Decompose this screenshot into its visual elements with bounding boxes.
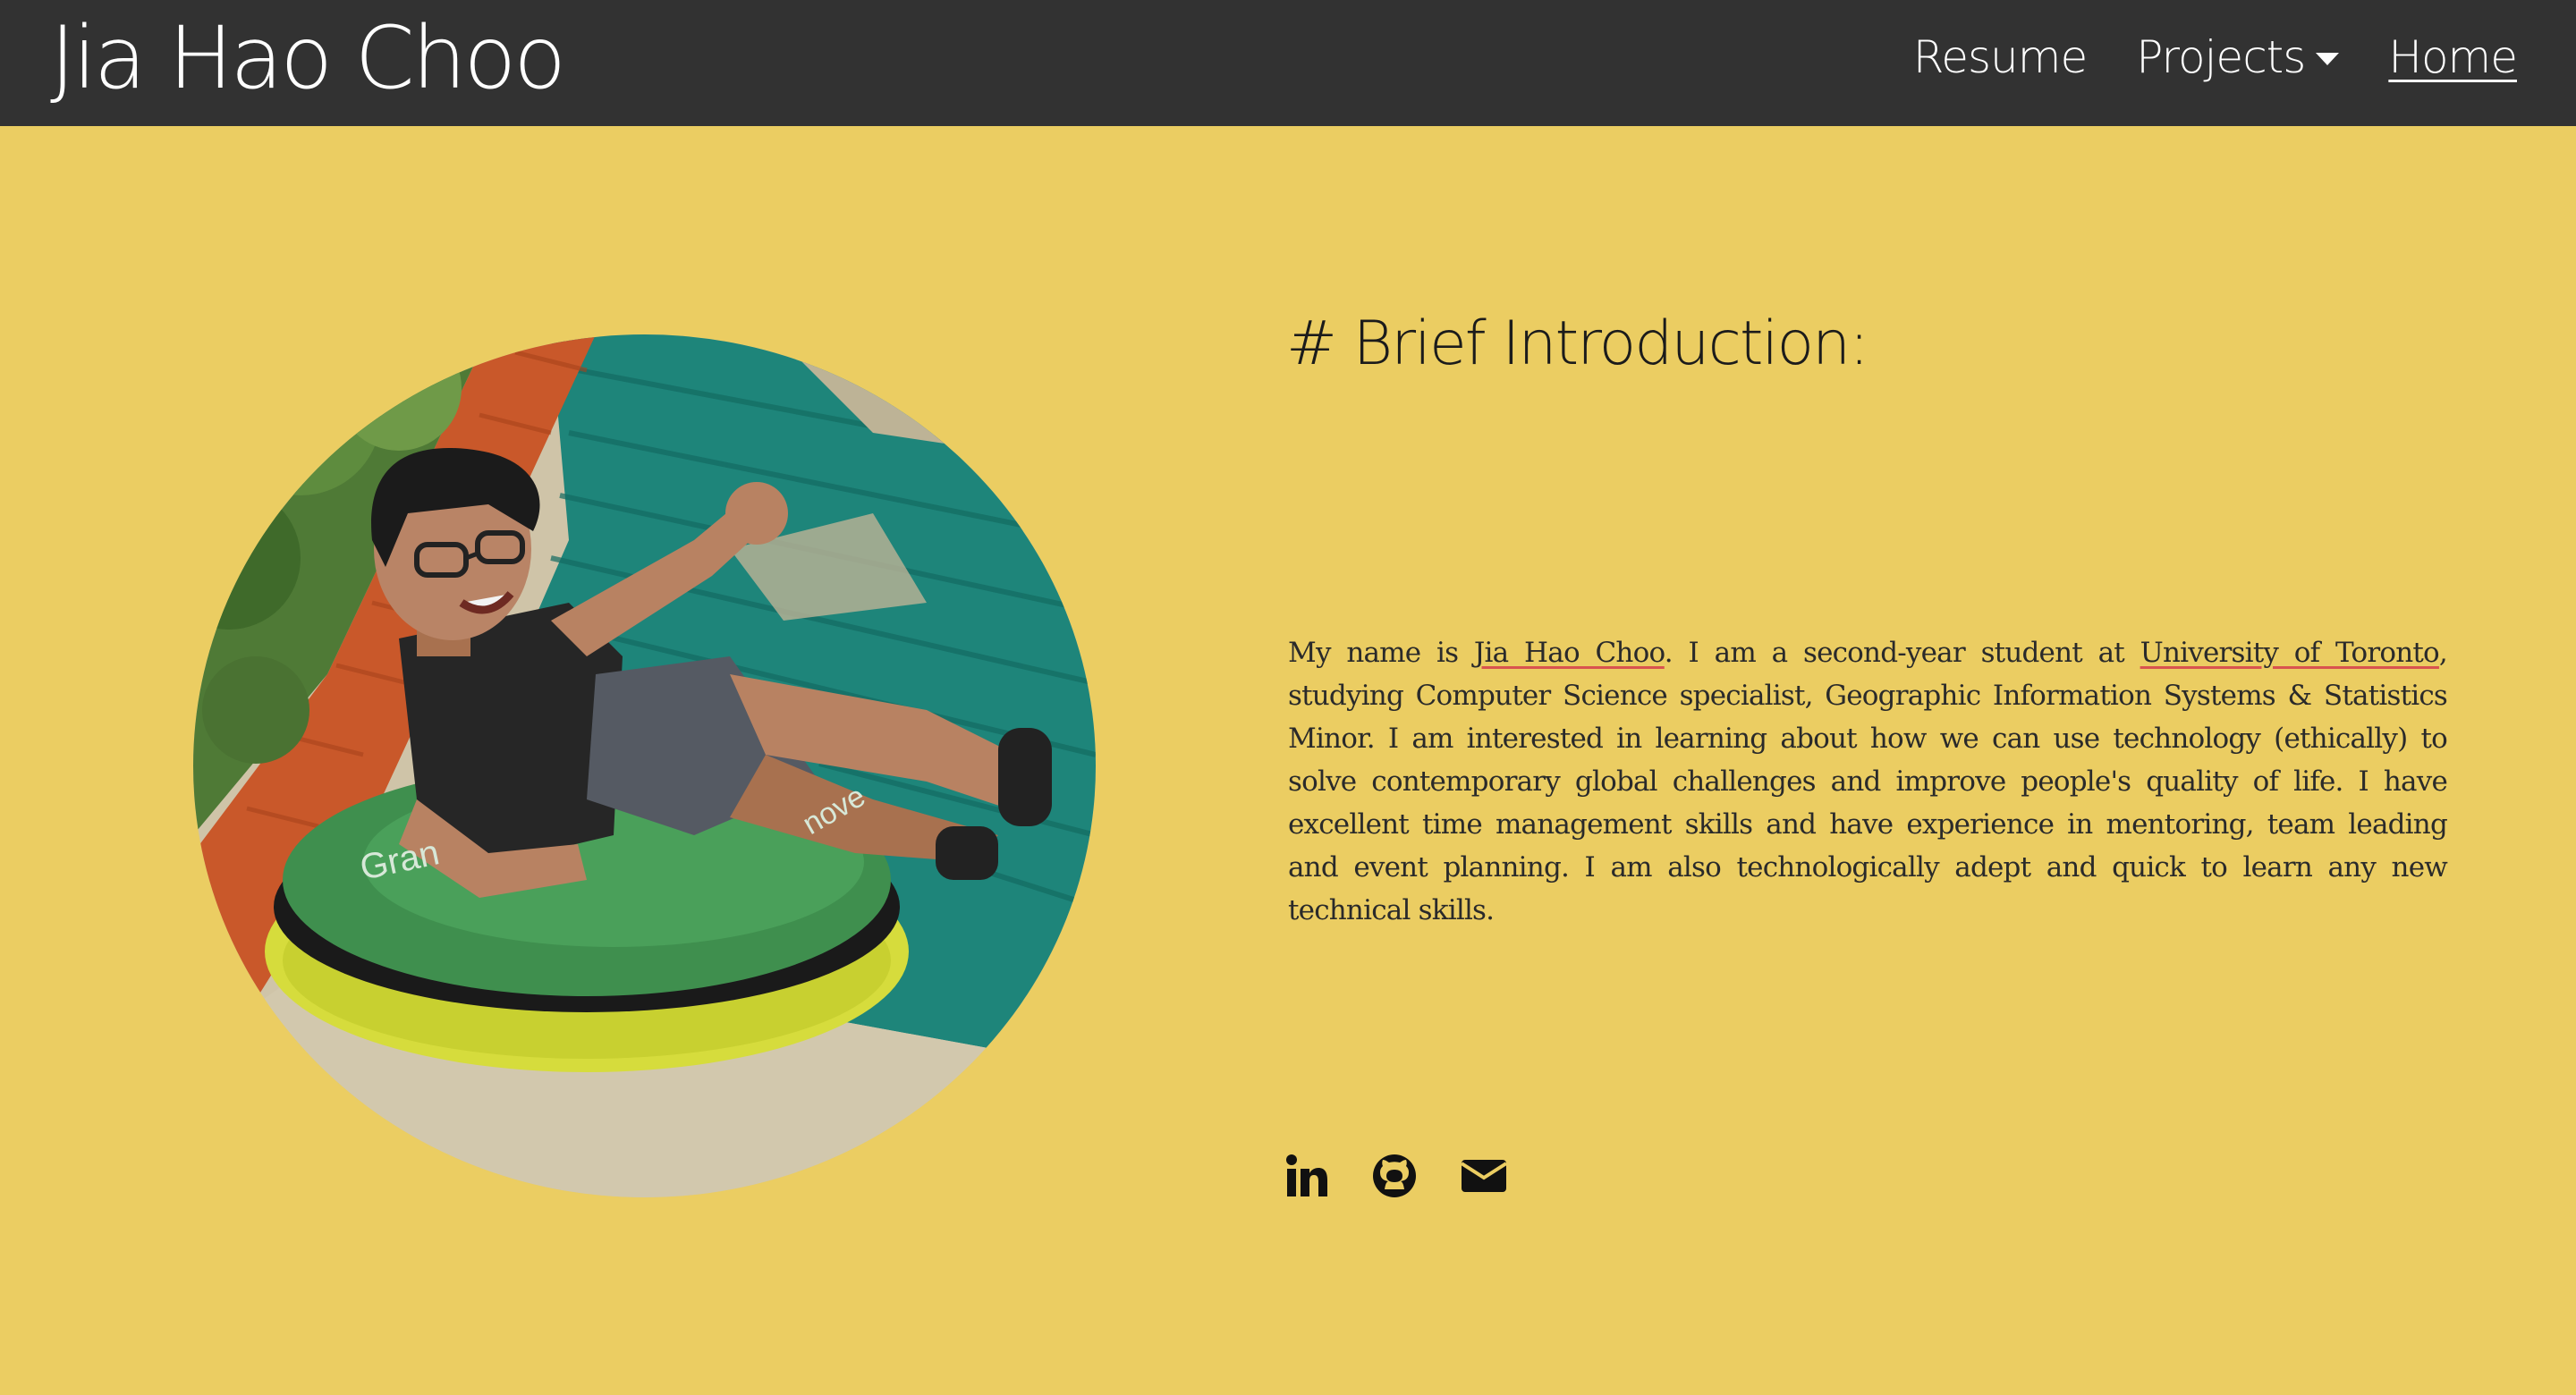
linkedin-icon[interactable] xyxy=(1286,1154,1327,1197)
bio-paragraph: My name is Jia Hao Choo. I am a second-y… xyxy=(1288,631,2448,932)
university-link[interactable]: University of Toronto xyxy=(2140,637,2440,669)
name-link[interactable]: Jia Hao Choo xyxy=(1474,637,1665,669)
envelope-icon[interactable] xyxy=(1460,1158,1508,1194)
social-links xyxy=(1286,1154,1551,1198)
github-link[interactable] xyxy=(1372,1154,1417,1198)
github-icon[interactable] xyxy=(1372,1154,1417,1198)
nav-projects-link[interactable]: Projects xyxy=(2136,31,2306,83)
nav-home-link[interactable]: Home xyxy=(2388,31,2518,83)
email-link[interactable] xyxy=(1460,1158,1508,1194)
nav-resume-link[interactable]: Resume xyxy=(1913,31,2088,83)
caret-down-icon[interactable] xyxy=(2316,53,2340,65)
intro-heading: # Brief Introduction: xyxy=(1286,309,1869,379)
profile-photo: Gran nove xyxy=(193,334,1096,1197)
nav-projects-dropdown[interactable]: Projects xyxy=(2136,31,2340,83)
linkedin-link[interactable] xyxy=(1286,1154,1327,1197)
nav-links: Resume Projects Home xyxy=(1864,30,2518,84)
navbar: Jia Hao Choo Resume Projects Home xyxy=(0,0,2576,126)
bio-text-part: . I am a second-year student at xyxy=(1664,637,2140,669)
bio-text-part: , studying Computer Science specialist, … xyxy=(1288,637,2448,926)
site-brand-link[interactable]: Jia Hao Choo xyxy=(50,9,566,107)
bio-text-part: My name is xyxy=(1288,637,1474,669)
